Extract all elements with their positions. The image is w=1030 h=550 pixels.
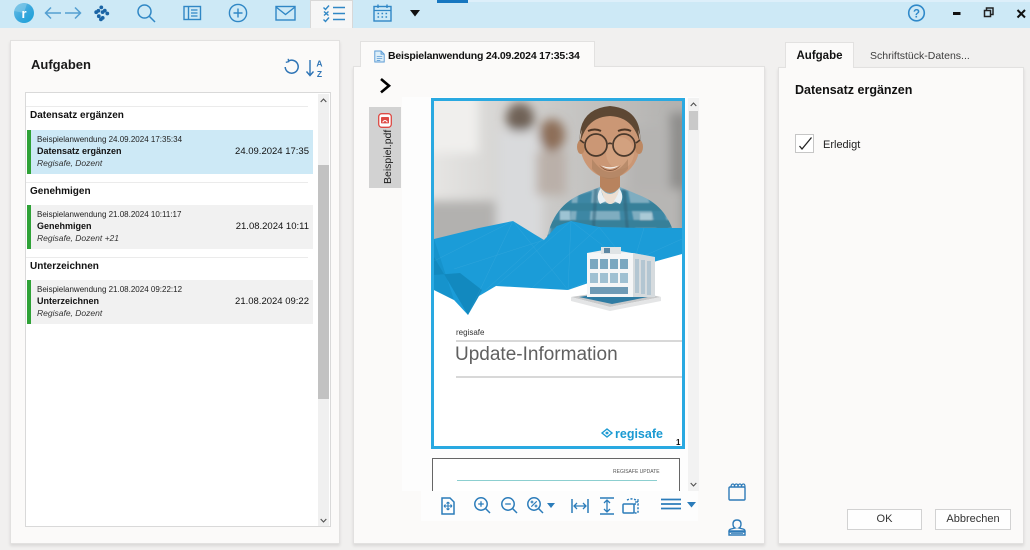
svg-text:regisafe: regisafe	[456, 328, 485, 337]
svg-text:Z: Z	[317, 69, 322, 78]
svg-text:Update-Information: Update-Information	[455, 344, 618, 365]
svg-text:?: ?	[913, 9, 920, 21]
svg-text:regisafe: regisafe	[615, 427, 663, 441]
svg-text:A: A	[316, 59, 322, 69]
svg-text:1: 1	[676, 438, 681, 446]
svg-text:r: r	[21, 6, 26, 21]
